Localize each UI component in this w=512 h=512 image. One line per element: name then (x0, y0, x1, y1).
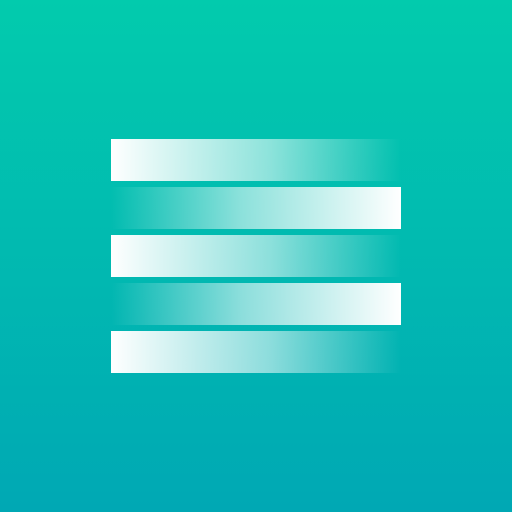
stripe-2 (111, 187, 401, 229)
stripe-4 (111, 283, 401, 325)
stripe-1 (111, 139, 401, 181)
app-icon (0, 0, 512, 512)
stripe-3 (111, 235, 401, 277)
stripe-5 (111, 331, 401, 373)
stripes-logo-icon (111, 139, 401, 373)
